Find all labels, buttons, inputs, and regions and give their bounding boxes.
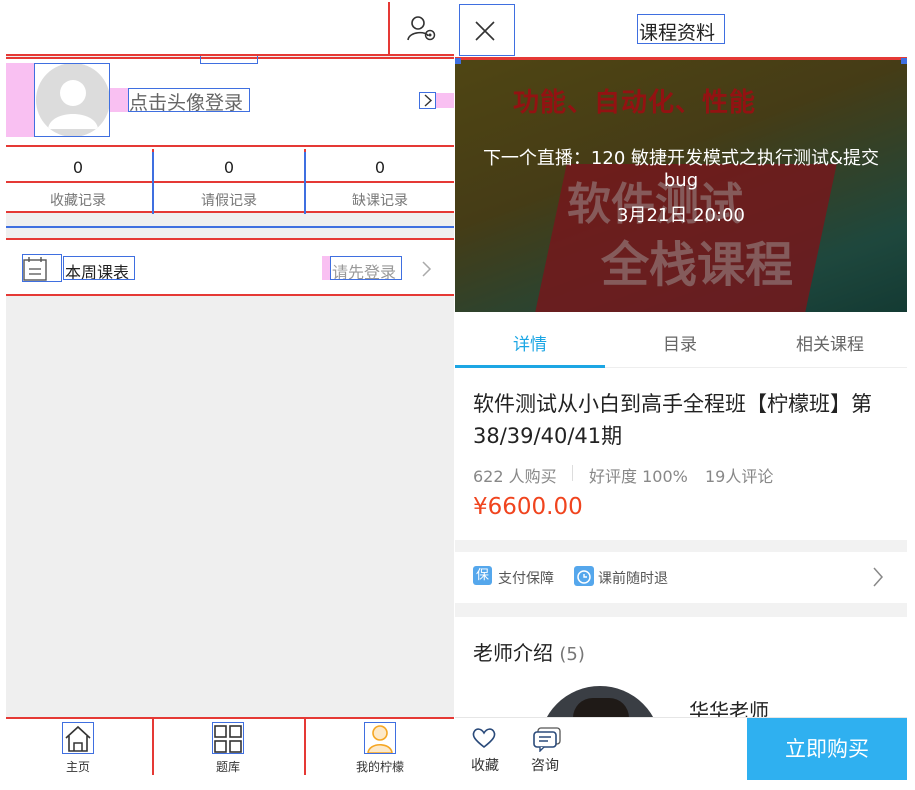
detail-tabs: 详情 目录 相关课程 (455, 312, 907, 368)
absence-label[interactable]: 缺课记录 (320, 190, 440, 210)
leave-label[interactable]: 请假记录 (169, 190, 289, 210)
favorites-label[interactable]: 收藏记录 (18, 190, 138, 210)
refund-policy: 课前随时退 (598, 571, 668, 587)
section-gap (455, 603, 907, 617)
tab-related[interactable]: 相关课程 (755, 330, 905, 355)
favorites-count[interactable]: 0 (18, 158, 138, 177)
payment-guarantee: 支付保障 (498, 571, 554, 587)
reviews-count: 19人评论 (705, 467, 774, 486)
chevron-right-icon[interactable] (871, 565, 885, 589)
tab-home[interactable]: 主页 (58, 758, 98, 775)
tab-my-lemon[interactable]: 我的柠檬 (348, 758, 412, 775)
bottom-action-bar: 收藏 咨询 立即购买 (455, 717, 907, 790)
chat-icon[interactable] (532, 726, 562, 752)
heart-icon[interactable] (471, 726, 497, 750)
tab-details[interactable]: 详情 (455, 330, 605, 355)
consult-button[interactable]: 咨询 (531, 755, 559, 775)
clock-badge-icon (574, 566, 594, 586)
favorite-button[interactable]: 收藏 (471, 755, 499, 775)
guarantee-badge: 保 (473, 566, 492, 585)
active-tab-indicator (455, 365, 605, 368)
tab-catalog[interactable]: 目录 (605, 330, 755, 355)
live-announcement: 下一个直播：120 敏捷开发模式之执行测试&提交bug (482, 148, 880, 191)
left-panel: 点击头像登录 0 收藏记录 0 请假记录 0 缺课记录 本周课表 请先登录 主页… (6, 0, 454, 790)
top-header (6, 0, 454, 56)
chevron-right-icon[interactable] (420, 259, 434, 279)
chevron-right-icon[interactable] (419, 92, 436, 109)
meta-divider (572, 465, 573, 481)
leave-count[interactable]: 0 (169, 158, 289, 177)
rating: 好评度 100% (589, 467, 688, 486)
buyers-count: 622 人购买 (473, 467, 557, 486)
tab-question-bank[interactable]: 题库 (208, 758, 248, 775)
buy-now-button[interactable]: 立即购买 (747, 718, 907, 780)
section-gap (455, 540, 907, 552)
course-title: 软件测试从小白到高手全程班【柠檬班】第38/39/40/41期 (473, 392, 872, 448)
user-settings-icon[interactable] (406, 14, 440, 44)
right-panel: 课程资料 功能、自动化、性能 软件测试 全栈课程 下一个直播：120 敏捷开发模… (455, 0, 907, 790)
teacher-section-title: 老师介绍 (5) (473, 637, 585, 666)
absence-count[interactable]: 0 (320, 158, 440, 177)
price: ¥6600.00 (473, 494, 583, 520)
teacher-count: (5) (559, 644, 585, 665)
teacher-heading: 老师介绍 (473, 641, 553, 665)
course-topbar: 课程资料 (455, 0, 907, 60)
live-date: 3月21日 20:00 (617, 205, 745, 226)
